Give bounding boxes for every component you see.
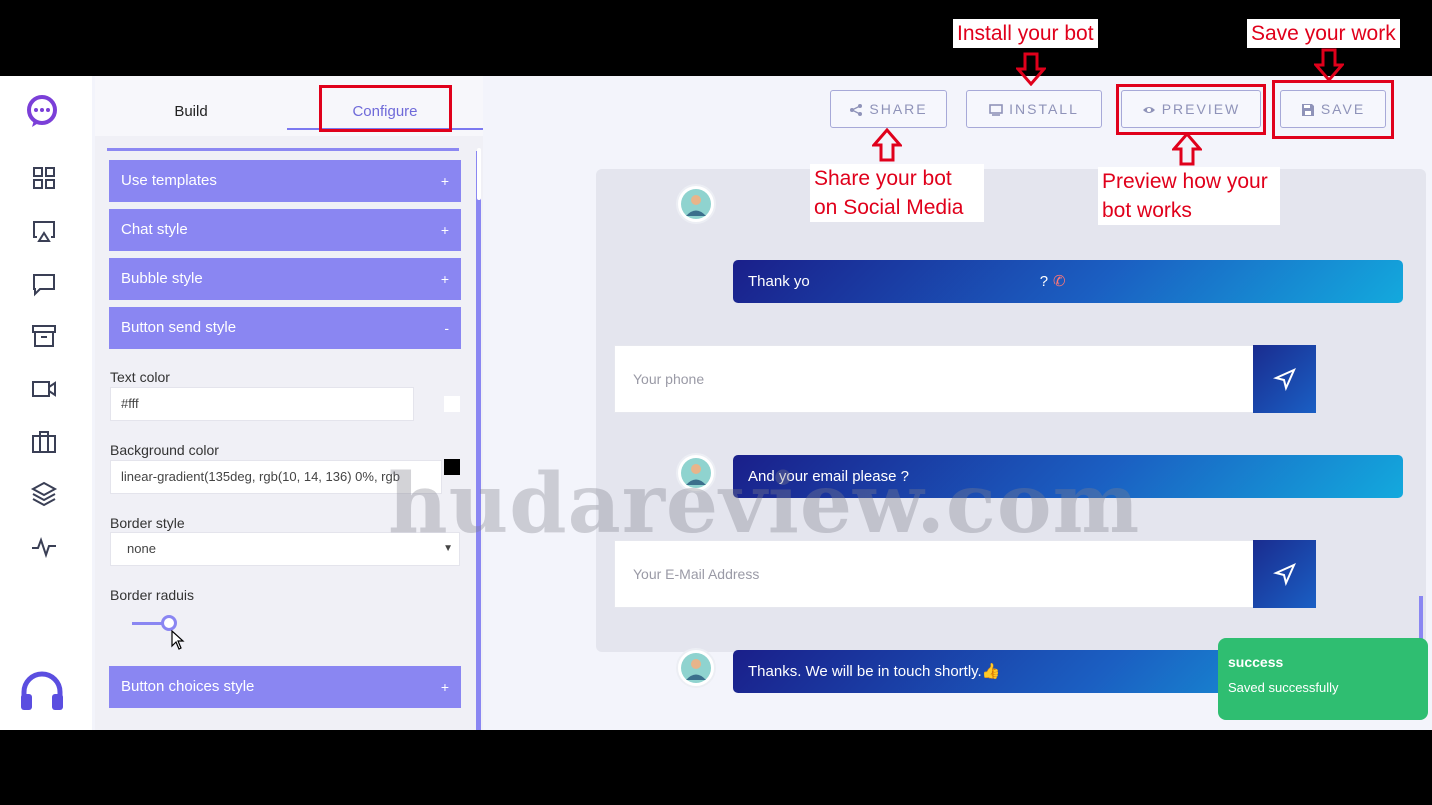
share-button[interactable]: SHARE [830, 90, 947, 128]
chat-logo-icon[interactable] [24, 94, 60, 130]
chat-preview: Thank yo? ✆ Your phone And your email ple… [596, 169, 1426, 693]
phone-input[interactable]: Your phone [614, 345, 1254, 413]
mouse-cursor-icon [171, 629, 185, 650]
headphones-support-icon[interactable] [18, 668, 66, 712]
highlight-preview-button [1116, 84, 1266, 135]
background-color-swatch[interactable] [444, 459, 460, 475]
video-camera-icon[interactable] [30, 375, 58, 403]
cast-screen-icon[interactable] [30, 217, 58, 245]
layers-icon[interactable] [30, 480, 58, 508]
icon-rail [0, 76, 92, 730]
chat-bubble-icon[interactable] [30, 270, 58, 298]
section-label: Use templates [121, 172, 217, 189]
annotation-preview-line2: bot works [1102, 199, 1192, 222]
background-color-label: Background color [110, 442, 219, 458]
send-icon [1273, 368, 1296, 391]
border-radius-label: Border raduis [110, 587, 195, 603]
text-color-label: Text color [110, 369, 170, 385]
section-label: Button send style [121, 319, 237, 336]
border-radius-slider-handle[interactable] [161, 615, 177, 631]
success-toast[interactable]: success Saved successfully [1218, 638, 1428, 720]
text-color-swatch[interactable] [444, 396, 460, 412]
caret-down-icon: ▼ [443, 543, 453, 554]
annotation-share-line1: Share your bot [814, 167, 952, 190]
configuration-panel: Build Configure Use templates + Chat sty… [95, 76, 483, 730]
section-bubble-style[interactable]: Bubble style + [109, 258, 461, 300]
monitor-icon [989, 92, 1003, 128]
tab-build[interactable]: Build [95, 94, 287, 130]
expand-icon[interactable]: + [441, 209, 449, 251]
panel-scrollbar-thumb[interactable] [477, 148, 481, 200]
archive-box-icon[interactable] [30, 322, 58, 350]
section-chat-style[interactable]: Chat style + [109, 209, 461, 251]
collapse-icon[interactable]: - [444, 307, 449, 349]
arrow-down-icon [1016, 52, 1046, 86]
expand-icon[interactable]: + [441, 666, 449, 708]
bot-message-text: Thank yo [748, 273, 810, 290]
activity-pulse-icon[interactable] [30, 533, 58, 561]
install-label: INSTALL [1009, 101, 1079, 117]
section-label: Bubble style [121, 270, 203, 287]
bot-avatar [676, 648, 716, 688]
section-label: Chat style [121, 221, 188, 238]
background-color-input[interactable]: linear-gradient(135deg, rgb(10, 14, 136)… [110, 460, 442, 494]
arrow-up-icon [872, 128, 902, 162]
section-button-send-style[interactable]: Button send style - [109, 307, 461, 349]
section-label: Button choices style [121, 678, 255, 695]
share-label: SHARE [869, 101, 928, 117]
panel-scrollbar[interactable] [476, 151, 481, 730]
annotation-save: Save your work [1247, 19, 1400, 48]
toast-title: success [1228, 654, 1284, 670]
bot-message-text-tail: ? [1039, 273, 1049, 290]
arrow-up-icon [1172, 132, 1202, 166]
expand-icon[interactable]: + [441, 160, 449, 202]
briefcase-icon[interactable] [30, 428, 58, 456]
border-style-label: Border style [110, 515, 185, 531]
install-button[interactable]: INSTALL [966, 90, 1102, 128]
toast-message: Saved successfully [1228, 680, 1339, 695]
video-frame: Build Configure Use templates + Chat sty… [0, 0, 1432, 805]
section-use-templates[interactable]: Use templates + [109, 160, 461, 202]
bot-message-text: Thanks. We will be in touch shortly.👍 [748, 663, 1001, 680]
section-button-choices-style[interactable]: Button choices style + [109, 666, 461, 708]
annotation-preview: Preview how your bot works [1098, 167, 1280, 225]
highlight-save-button [1272, 80, 1394, 139]
bot-message-bubble: And your email please ? [733, 455, 1403, 498]
share-icon [849, 92, 863, 128]
annotation-share-line2: on Social Media [814, 196, 964, 219]
send-button[interactable] [1253, 540, 1316, 608]
arrow-down-icon [1314, 48, 1344, 82]
bot-avatar [676, 453, 716, 493]
annotation-install: Install your bot [953, 19, 1098, 48]
border-style-select[interactable]: none ▼ [110, 532, 460, 566]
dashboard-grid-icon[interactable] [30, 164, 58, 192]
text-color-input[interactable]: #fff [110, 387, 414, 421]
tab-divider [107, 148, 459, 151]
bot-message-text: And your email please ? [748, 468, 909, 485]
bot-message-bubble: Thank yo? ✆ [733, 260, 1403, 303]
highlight-configure-tab [319, 85, 452, 132]
expand-icon[interactable]: + [441, 258, 449, 300]
send-button[interactable] [1253, 345, 1316, 413]
border-style-value: none [127, 541, 156, 556]
email-input[interactable]: Your E-Mail Address [614, 540, 1254, 608]
send-icon [1273, 563, 1296, 586]
bot-avatar [676, 184, 716, 224]
annotation-preview-line1: Preview how your [1102, 170, 1268, 193]
phone-emoji-icon: ✆ [1053, 273, 1066, 290]
annotation-share: Share your bot on Social Media [810, 164, 984, 222]
